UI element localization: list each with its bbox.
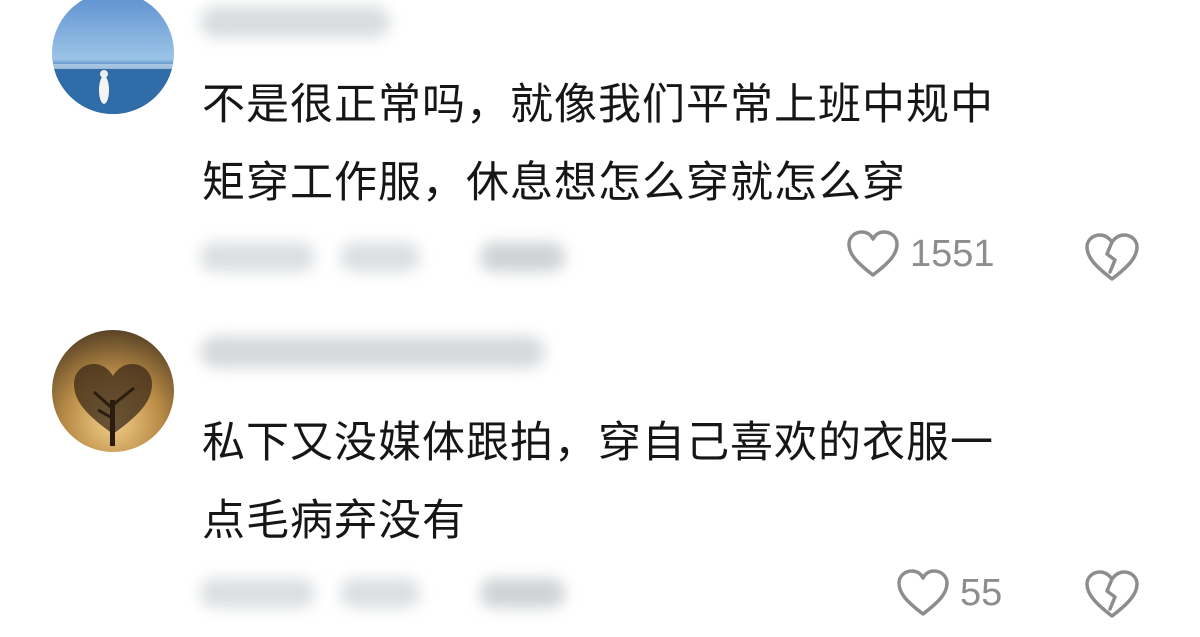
broken-heart-icon (1084, 569, 1140, 619)
avatar-heart-tree-image (52, 330, 174, 452)
username-blurred[interactable] (200, 336, 545, 368)
dislike-button[interactable] (1084, 569, 1140, 619)
comment-item: 私下又没媒体跟拍，穿自己喜欢的衣服一 点毛病弃没有 55 (0, 318, 1200, 637)
location-blurred (340, 242, 420, 272)
comment-text-line: 矩穿工作服，休息想怎么穿就怎么穿 (202, 158, 906, 208)
comment-text-line: 不是很正常吗，就像我们平常上班中规中 (202, 80, 994, 130)
comment-text-line: 私下又没媒体跟拍，穿自己喜欢的衣服一 (202, 418, 994, 468)
heart-outline-icon (846, 230, 900, 278)
location-blurred (340, 578, 420, 608)
comment-text: 不是很正常吗，就像我们平常上班中规中 矩穿工作服，休息想怎么穿就怎么穿 (202, 66, 1122, 222)
avatar[interactable] (52, 0, 174, 114)
like-button[interactable]: 55 (896, 569, 1002, 617)
broken-heart-icon (1084, 232, 1140, 282)
comment-meta-blurred (200, 572, 600, 612)
like-count: 1551 (910, 232, 995, 275)
username-blurred[interactable] (200, 6, 390, 38)
timestamp-blurred (200, 578, 315, 608)
dislike-button[interactable] (1084, 232, 1140, 282)
reply-button-blurred[interactable] (480, 242, 565, 272)
timestamp-blurred (200, 242, 315, 272)
comment-text: 私下又没媒体跟拍，穿自己喜欢的衣服一 点毛病弃没有 (202, 404, 1122, 560)
heart-outline-icon (896, 569, 950, 617)
like-button[interactable]: 1551 (846, 230, 995, 278)
comment-meta-blurred (200, 236, 600, 276)
like-count: 55 (960, 571, 1003, 614)
comment-text-line: 点毛病弃没有 (202, 496, 466, 546)
avatar[interactable] (52, 330, 174, 452)
avatar-beach-image (52, 0, 174, 114)
reply-button-blurred[interactable] (480, 578, 565, 608)
comment-item: 不是很正常吗，就像我们平常上班中规中 矩穿工作服，休息想怎么穿就怎么穿 1551 (0, 0, 1200, 300)
